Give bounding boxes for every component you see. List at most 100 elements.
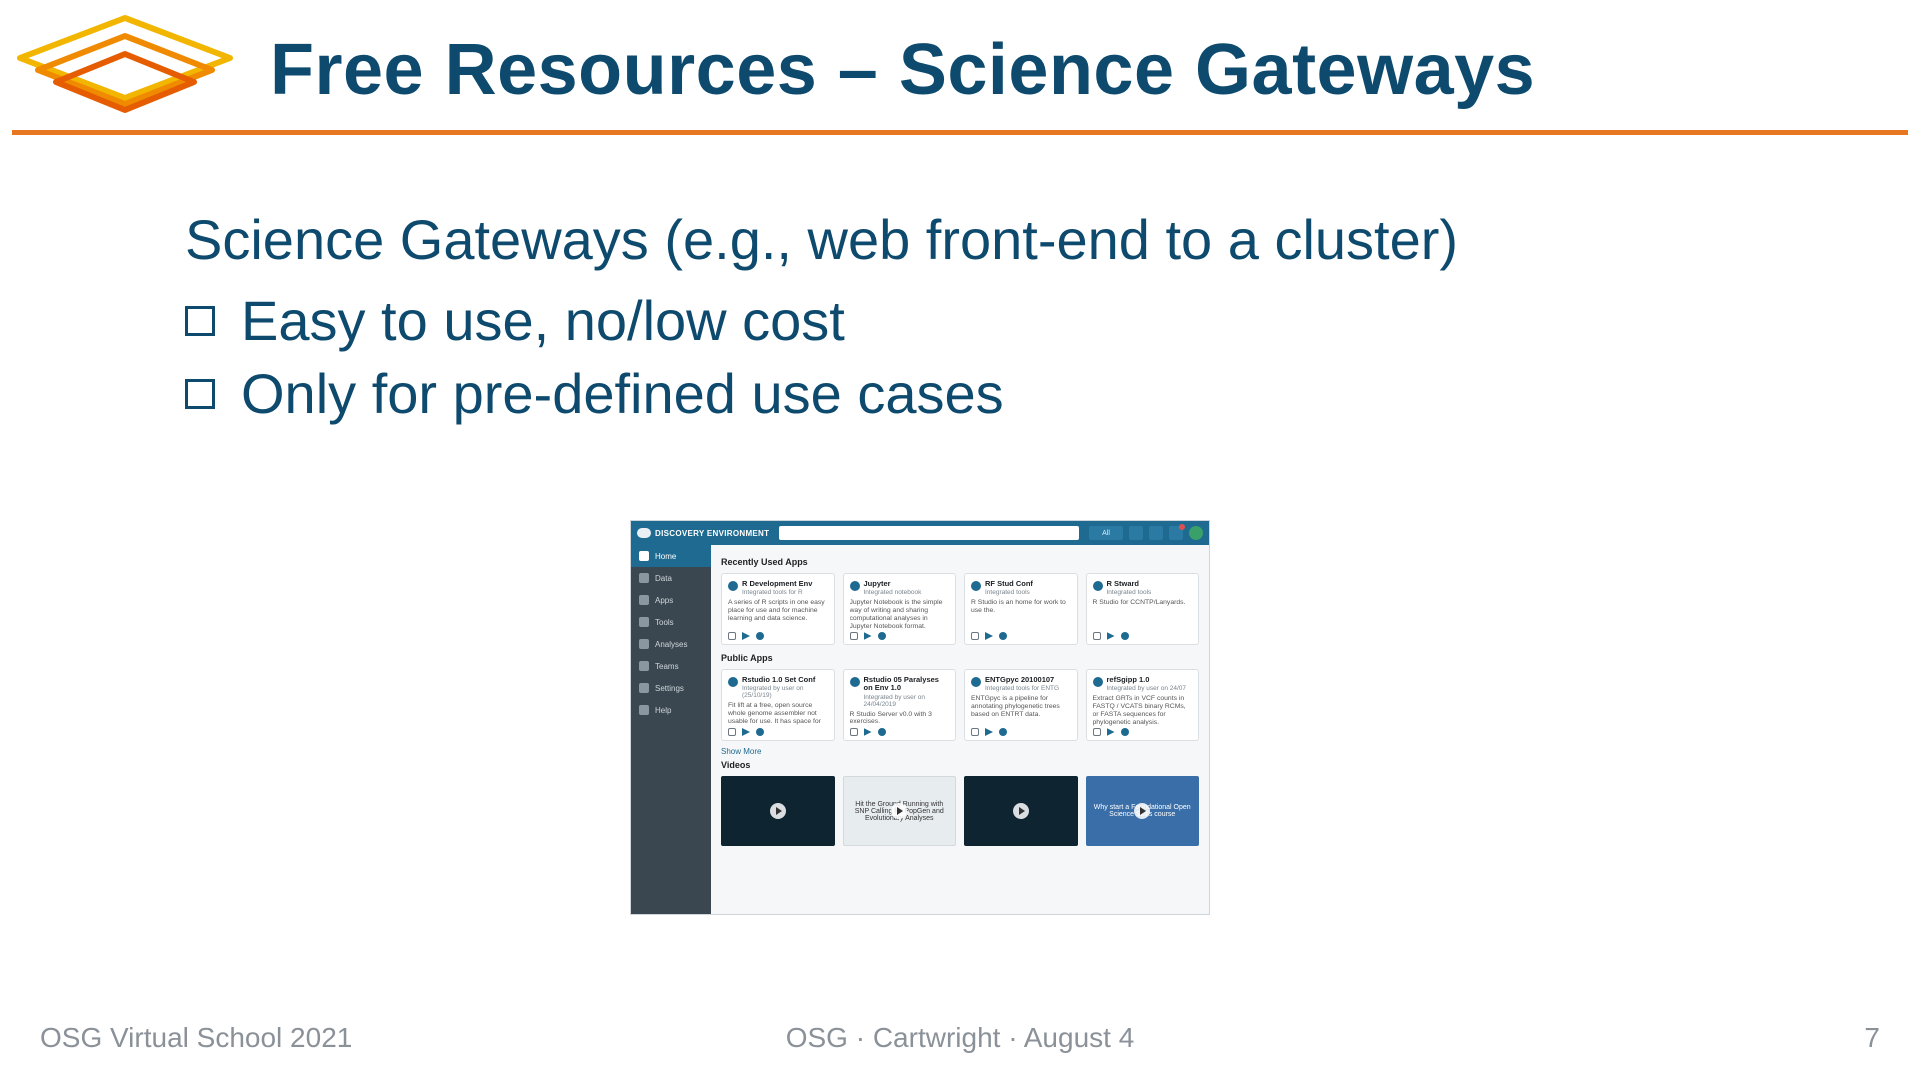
app-type-icon [1093, 677, 1103, 687]
run-icon[interactable] [742, 632, 750, 640]
app-type-icon [850, 581, 860, 591]
app-type-icon [971, 581, 981, 591]
app-type-icon [728, 677, 738, 687]
favorite-icon[interactable] [971, 632, 979, 640]
page-number: 7 [1864, 1022, 1880, 1054]
info-icon[interactable] [878, 632, 886, 640]
checkbox-empty-icon [185, 306, 215, 336]
info-icon[interactable] [756, 632, 764, 640]
info-icon[interactable] [1121, 632, 1129, 640]
bullet-item: Easy to use, no/low cost [185, 285, 1820, 358]
app-type-icon [850, 677, 860, 687]
info-icon[interactable] [999, 728, 1007, 736]
app-card[interactable]: refSgipp 1.0Integrated by user on 24/07 … [1086, 669, 1200, 741]
slide: Free Resources – Science Gateways Scienc… [0, 0, 1920, 1080]
embedded-screenshot: DISCOVERY ENVIRONMENT All Home Data Apps… [630, 520, 1210, 915]
info-icon[interactable] [999, 632, 1007, 640]
info-icon[interactable] [878, 728, 886, 736]
footer-center: OSG · Cartwright · August 4 [786, 1022, 1135, 1054]
app-type-icon [971, 677, 981, 687]
bullet-item: Only for pre-defined use cases [185, 358, 1820, 431]
lead-text: Science Gateways (e.g., web front-end to… [185, 205, 1735, 275]
run-icon[interactable] [1107, 728, 1115, 736]
app-window: DISCOVERY ENVIRONMENT All Home Data Apps… [630, 520, 1210, 915]
checkbox-empty-icon [185, 379, 215, 409]
section-heading-public: Public Apps [721, 653, 1199, 663]
sidebar-item-help[interactable]: Help [631, 699, 711, 721]
bullet-list: Easy to use, no/low cost Only for pre-de… [185, 285, 1820, 431]
app-card[interactable]: ENTGpyc 20100107Integrated tools for ENT… [964, 669, 1078, 741]
app-card[interactable]: R StwardIntegrated tools R Studio for CC… [1086, 573, 1200, 645]
app-main: Home Data Apps Tools Analyses Teams Sett… [631, 545, 1209, 914]
sidebar: Home Data Apps Tools Analyses Teams Sett… [631, 545, 711, 914]
info-icon[interactable] [1121, 728, 1129, 736]
play-icon [1013, 803, 1029, 819]
favorite-icon[interactable] [1093, 632, 1101, 640]
favorite-icon[interactable] [850, 728, 858, 736]
home-icon [639, 551, 649, 561]
sidebar-item-settings[interactable]: Settings [631, 677, 711, 699]
app-card[interactable]: JupyterIntegrated notebook Jupyter Noteb… [843, 573, 957, 645]
show-more-link[interactable]: Show More [721, 747, 1199, 756]
sidebar-item-home[interactable]: Home [631, 545, 711, 567]
brand-text: DISCOVERY ENVIRONMENT [655, 529, 769, 538]
public-apps-grid: Rstudio 1.0 Set ConfIntegrated by user o… [721, 669, 1199, 741]
osg-logo-icon [10, 10, 240, 130]
run-icon[interactable] [742, 728, 750, 736]
bullet-text: Easy to use, no/low cost [241, 285, 845, 358]
app-type-icon [1093, 581, 1103, 591]
app-type-icon [728, 581, 738, 591]
sidebar-item-apps[interactable]: Apps [631, 589, 711, 611]
run-icon[interactable] [1107, 632, 1115, 640]
play-icon [770, 803, 786, 819]
run-icon[interactable] [985, 632, 993, 640]
favorite-icon[interactable] [850, 632, 858, 640]
sidebar-item-teams[interactable]: Teams [631, 655, 711, 677]
run-icon[interactable] [864, 632, 872, 640]
goggles-icon [637, 528, 651, 538]
help-icon [639, 705, 649, 715]
info-icon[interactable] [756, 728, 764, 736]
user-avatar[interactable] [1189, 526, 1203, 540]
app-card[interactable]: R Development EnvIntegrated tools for R … [721, 573, 835, 645]
slide-title: Free Resources – Science Gateways [270, 29, 1535, 111]
bullet-text: Only for pre-defined use cases [241, 358, 1004, 431]
content-area: Recently Used Apps R Development EnvInte… [711, 545, 1209, 914]
gear-icon [639, 683, 649, 693]
app-card[interactable]: RF Stud ConfIntegrated tools R Studio is… [964, 573, 1078, 645]
apps-icon [639, 595, 649, 605]
sidebar-item-data[interactable]: Data [631, 567, 711, 589]
app-topbar: DISCOVERY ENVIRONMENT All [631, 521, 1209, 545]
video-thumbnail[interactable]: Why start a Foundational Open Science Sk… [1086, 776, 1200, 846]
slide-body: Science Gateways (e.g., web front-end to… [0, 135, 1920, 431]
analyses-icon [639, 639, 649, 649]
app-card[interactable]: Rstudio 05 Paralyses on Env 1.0Integrate… [843, 669, 957, 741]
favorite-icon[interactable] [728, 728, 736, 736]
favorite-icon[interactable] [728, 632, 736, 640]
section-heading-videos: Videos [721, 760, 1199, 770]
favorite-icon[interactable] [1093, 728, 1101, 736]
brand: DISCOVERY ENVIRONMENT [637, 528, 769, 538]
video-thumbnail[interactable] [964, 776, 1078, 846]
footer-left: OSG Virtual School 2021 [40, 1022, 352, 1054]
teams-icon [639, 661, 649, 671]
data-icon [639, 573, 649, 583]
favorite-icon[interactable] [971, 728, 979, 736]
recent-apps-grid: R Development EnvIntegrated tools for R … [721, 573, 1199, 645]
bookmark-icon[interactable] [1149, 526, 1163, 540]
search-filter[interactable]: All [1089, 526, 1123, 540]
videos-grid: Hit the Ground Running with SNP Calling … [721, 776, 1199, 846]
search-input[interactable] [779, 526, 1079, 540]
section-heading-recent: Recently Used Apps [721, 557, 1199, 567]
run-icon[interactable] [985, 728, 993, 736]
sidebar-item-tools[interactable]: Tools [631, 611, 711, 633]
slide-footer: OSG Virtual School 2021 OSG · Cartwright… [0, 1022, 1920, 1054]
apps-grid-icon[interactable] [1129, 526, 1143, 540]
sidebar-item-analyses[interactable]: Analyses [631, 633, 711, 655]
video-thumbnail[interactable] [721, 776, 835, 846]
slide-header: Free Resources – Science Gateways [0, 0, 1920, 130]
notifications-icon[interactable] [1169, 526, 1183, 540]
run-icon[interactable] [864, 728, 872, 736]
app-card[interactable]: Rstudio 1.0 Set ConfIntegrated by user o… [721, 669, 835, 741]
video-thumbnail[interactable]: Hit the Ground Running with SNP Calling … [843, 776, 957, 846]
